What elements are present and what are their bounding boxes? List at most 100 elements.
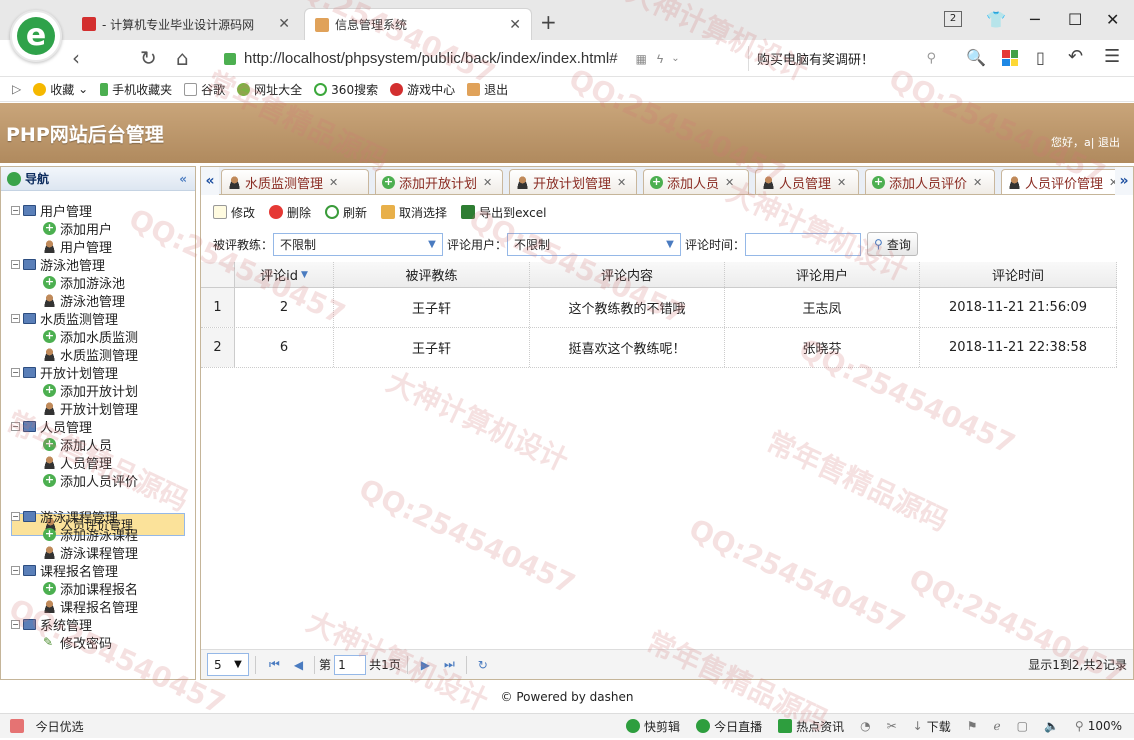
column-header-user[interactable]: 评论用户 [725, 262, 920, 287]
tab-count-badge[interactable]: 2 [944, 11, 962, 27]
edit-button[interactable]: 修改 [213, 204, 255, 221]
bookmark-exit[interactable]: 退出 [467, 81, 508, 98]
nav-item[interactable]: + 添加课程报名 [11, 579, 138, 598]
close-icon[interactable]: ✕ [973, 176, 982, 189]
nav-item[interactable]: 游泳池管理 [11, 291, 125, 310]
status-news[interactable]: 热点资讯 [778, 718, 844, 735]
sidebar-toggle-icon[interactable]: ▷ [12, 82, 21, 96]
user-filter-select[interactable]: 不限制 ▼ [507, 232, 682, 256]
shirt-icon[interactable]: 👕 [986, 10, 1006, 29]
close-icon[interactable]: ✕ [509, 17, 521, 33]
browser-tab-1[interactable]: - 计算机专业毕业设计源码网 ✕ [72, 8, 300, 40]
nav-group[interactable]: − 系统管理 [11, 615, 92, 634]
zoom-level[interactable]: 100% [1088, 719, 1122, 733]
close-icon[interactable]: ✕ [837, 176, 846, 189]
qr-icon[interactable]: ▦ [636, 52, 647, 66]
nav-item[interactable]: + 添加水质监测 [11, 327, 138, 346]
tab-scroll-left-icon[interactable]: « [201, 167, 219, 195]
content-tab[interactable]: + 添加开放计划 ✕ [375, 169, 503, 194]
content-tab[interactable]: 人员管理 ✕ [755, 169, 859, 194]
flag-icon[interactable]: ⚑ [967, 719, 978, 733]
content-tab[interactable]: 水质监测管理 ✕ [221, 169, 369, 194]
table-row[interactable]: 1 2 王子轩 这个教练教的不错哦 王志凤 2018-11-21 21:56:0… [201, 288, 1117, 328]
browser-tab-2[interactable]: 信息管理系统 ✕ [304, 8, 532, 40]
nav-item[interactable]: + 添加人员 [11, 435, 112, 454]
column-header-content[interactable]: 评论内容 [530, 262, 725, 287]
prev-page-icon[interactable]: ◀ [294, 658, 303, 672]
tab-scroll-right-icon[interactable]: » [1115, 167, 1133, 195]
reload-icon[interactable]: ↻ [140, 46, 157, 70]
browser-logo[interactable]: e [10, 10, 62, 62]
export-excel-button[interactable]: 导出到excel [461, 204, 546, 221]
status-live[interactable]: 今日直播 [696, 718, 762, 735]
back-icon[interactable]: ‹ [72, 46, 80, 70]
close-icon[interactable]: ✕ [483, 176, 492, 189]
column-header-id[interactable]: 评论id ▼ [235, 262, 334, 287]
nav-item[interactable]: + 添加用户 [11, 219, 112, 238]
delete-button[interactable]: 删除 [269, 204, 311, 221]
nav-item[interactable]: + 添加开放计划 [11, 381, 138, 400]
window-icon[interactable]: ▢ [1017, 719, 1028, 733]
collapse-icon[interactable]: « [179, 172, 187, 186]
collapse-toggle-icon[interactable]: − [11, 367, 20, 377]
nav-item[interactable]: 课程报名管理 [11, 597, 138, 616]
content-tab[interactable]: + 添加人员 ✕ [643, 169, 749, 194]
nav-item[interactable]: + 添加游泳池 [11, 273, 125, 292]
page-number-input[interactable]: 1 [334, 654, 367, 675]
coach-filter-select[interactable]: 不限制 ▼ [273, 232, 444, 256]
nav-item[interactable]: 游泳课程管理 [11, 543, 138, 562]
collapse-toggle-icon[interactable]: − [11, 259, 20, 269]
scissors-icon[interactable]: ✂ [887, 719, 897, 733]
nav-group[interactable]: − 课程报名管理 [11, 561, 118, 580]
collapse-toggle-icon[interactable]: − [11, 313, 20, 323]
apps-icon[interactable] [1002, 50, 1018, 66]
home-icon[interactable]: ⌂ [176, 46, 189, 70]
next-page-icon[interactable]: ▶ [421, 658, 430, 672]
search-icon[interactable]: ⚲ [926, 51, 936, 66]
nav-group[interactable]: − 游泳池管理 [11, 255, 105, 274]
url-input[interactable]: http://localhost/phpsystem/public/back/i… [224, 46, 742, 71]
status-today-picks[interactable]: 今日优选 [10, 718, 84, 735]
user-logout-link[interactable]: 您好，a| 退出 [1051, 134, 1120, 150]
close-icon[interactable]: ✕ [725, 176, 734, 189]
status-download[interactable]: ↓ 下载 [913, 718, 951, 735]
new-tab-button[interactable]: + [540, 10, 557, 34]
collapse-toggle-icon[interactable]: − [11, 421, 20, 431]
collapse-toggle-icon[interactable]: − [11, 565, 20, 575]
menu-icon[interactable]: ☰ [1104, 46, 1120, 67]
nav-item[interactable]: 开放计划管理 [11, 399, 138, 418]
time-filter-input[interactable] [745, 232, 862, 256]
content-tab[interactable]: 人员评价管理 ✕ [1001, 169, 1131, 194]
nav-item[interactable]: 水质监测管理 [11, 345, 138, 364]
collapse-toggle-icon[interactable]: − [11, 511, 20, 521]
nav-item[interactable]: 用户管理 [11, 237, 112, 256]
nav-group[interactable]: − 水质监测管理 [11, 309, 118, 328]
collapse-toggle-icon[interactable]: − [11, 205, 20, 215]
nav-group[interactable]: − 游泳课程管理 [11, 507, 118, 526]
nav-group[interactable]: − 用户管理 [11, 201, 92, 220]
volume-icon[interactable]: 🔈 [1044, 719, 1059, 733]
collapse-toggle-icon[interactable]: − [11, 619, 20, 629]
reload-page-icon[interactable]: ↻ [478, 658, 488, 672]
page-size-select[interactable]: 5 ▼ [207, 653, 249, 676]
first-page-icon[interactable]: ⏮ [269, 657, 280, 672]
zoom-icon[interactable]: ⚲ [1075, 719, 1084, 733]
bookmark-sites[interactable]: 网址大全 [237, 81, 302, 98]
bookmark-favorites[interactable]: 收藏 ⌄ [33, 81, 88, 98]
nav-group[interactable]: − 开放计划管理 [11, 363, 118, 382]
status-clip[interactable]: 快剪辑 [626, 718, 680, 735]
nav-item[interactable]: 人员管理 [11, 453, 112, 472]
query-button[interactable]: ⚲ 查询 [867, 232, 918, 256]
nav-group[interactable]: − 人员管理 [11, 417, 92, 436]
close-icon[interactable]: ✕ [278, 16, 290, 32]
search-go-icon[interactable]: 🔍 [966, 48, 986, 67]
content-tab[interactable]: + 添加人员评价 ✕ [865, 169, 995, 194]
search-input[interactable]: 购买电脑有奖调研！ ⚲ [748, 46, 944, 71]
nav-item[interactable]: + 添加游泳课程 [11, 525, 138, 544]
cancel-select-button[interactable]: 取消选择 [381, 204, 447, 221]
column-header-coach[interactable]: 被评教练 [334, 262, 530, 287]
lightning-icon[interactable]: ϟ [657, 52, 663, 66]
close-icon[interactable]: ✕ [329, 176, 338, 189]
chevron-down-icon[interactable]: ⌄ [671, 53, 679, 64]
minimize-icon[interactable]: ─ [1030, 10, 1040, 29]
